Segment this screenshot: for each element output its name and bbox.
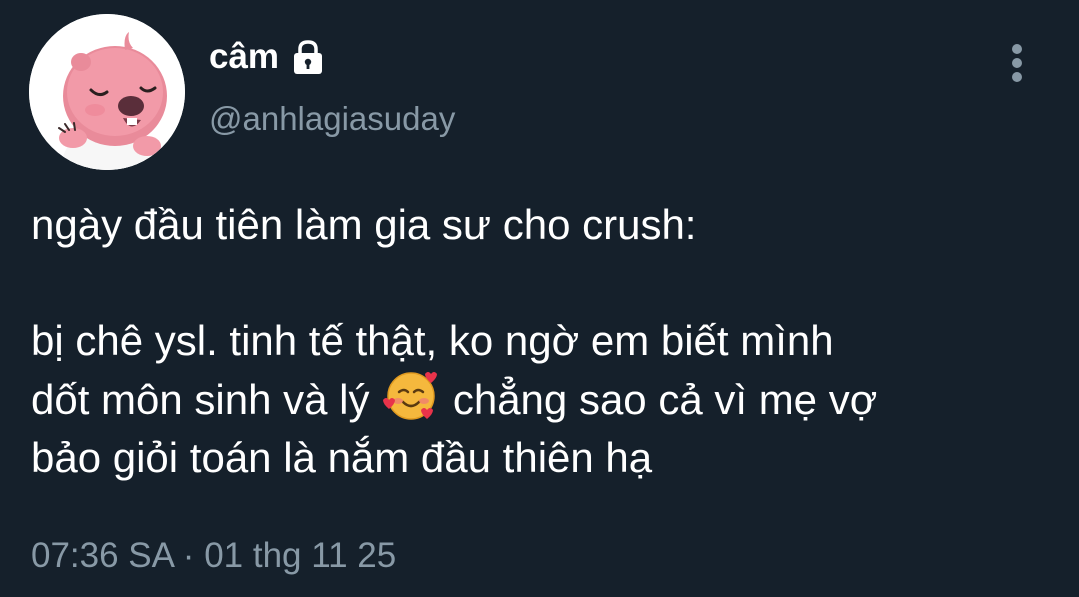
display-name[interactable]: câm [209, 34, 279, 80]
display-name-row: câm [209, 34, 327, 80]
tweet-line-3-end: chẳng sao cả vì mẹ vợ [441, 376, 878, 423]
timestamp-row: 07:36 SA · 01 thg 11 25 [31, 533, 396, 579]
meta-separator: · [173, 536, 205, 575]
tweet-line-4: bảo giỏi toán là nắm đầu thiên hạ [31, 434, 653, 481]
avatar[interactable] [29, 14, 185, 170]
user-handle[interactable]: @anhlagiasuday [209, 97, 455, 141]
tweet-time[interactable]: 07:36 SA [31, 536, 173, 575]
tweet-line-3-start: dốt môn sinh và lý [31, 376, 382, 423]
pink-beaver-avatar-icon [29, 14, 185, 170]
smiling-face-with-hearts-icon [381, 370, 441, 422]
tweet-card: câm @anhlagiasuday ngày đầu tiên làm gia… [0, 0, 1079, 597]
tweet-text: ngày đầu tiên làm gia sư cho crush: bị c… [31, 196, 1061, 487]
tweet-line-3: dốt môn sinh và lý chẳng sao cả vì mẹ vợ [31, 370, 1061, 429]
lock-icon [289, 38, 327, 76]
tweet-line-1: ngày đầu tiên làm gia sư cho crush: [31, 201, 697, 248]
more-vertical-icon[interactable] [1000, 40, 1034, 90]
tweet-line-2: bị chê ysl. tinh tế thật, ko ngờ em biết… [31, 317, 834, 364]
tweet-date[interactable]: 01 thg 11 25 [204, 536, 396, 575]
